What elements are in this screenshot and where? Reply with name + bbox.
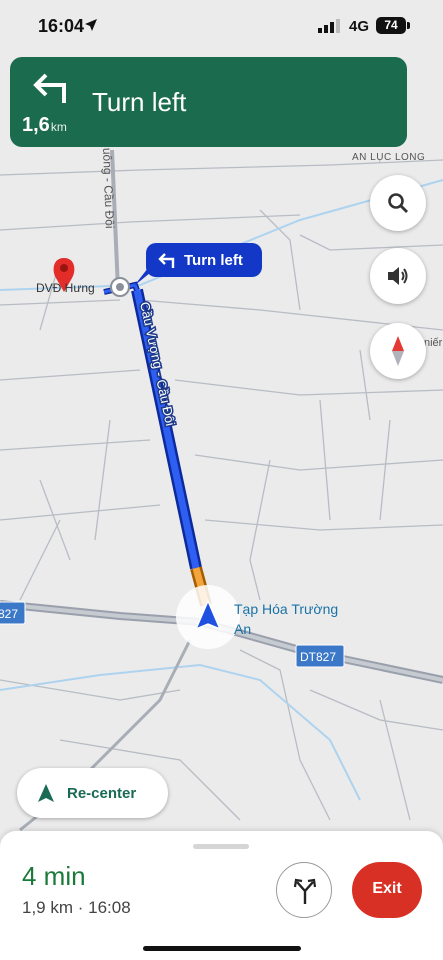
exit-button[interactable]: Exit xyxy=(352,862,422,918)
exit-label: Exit xyxy=(372,880,402,897)
callout-label: Turn left xyxy=(184,252,243,269)
instruction-distance: 1,6km xyxy=(22,114,67,136)
instruction-banner[interactable]: Turn left 1,6km xyxy=(10,57,407,147)
fork-routes-icon xyxy=(293,878,317,904)
volume-icon xyxy=(388,267,408,285)
turn-left-icon xyxy=(33,73,66,103)
eta-time: 4 min xyxy=(22,861,86,891)
network-type: 4G xyxy=(349,18,370,35)
home-indicator[interactable] xyxy=(143,946,301,951)
compass-icon xyxy=(392,336,404,366)
recenter-label: Re-center xyxy=(67,785,137,802)
callout-pointer xyxy=(134,268,156,286)
status-bar: 16:04 4G 74 xyxy=(0,0,443,52)
instruction-title: Turn left xyxy=(92,87,187,117)
battery-level: 74 xyxy=(384,18,398,32)
side-road-label: uông - Cầu Đôi xyxy=(100,148,117,229)
trip-meta: 1,9 km · 16:08 xyxy=(22,898,131,917)
turn-callout: Turn left xyxy=(146,243,262,277)
route-label-827: 827 xyxy=(0,607,18,621)
battery-icon: 74 xyxy=(376,17,406,34)
distance-unit: km xyxy=(50,120,67,134)
shop-label[interactable]: Tạp Hóa Trường xyxy=(234,601,338,617)
sheet-handle[interactable] xyxy=(193,844,249,849)
trip-sheet[interactable]: 4 min 1,9 km · 16:08 Exit xyxy=(0,831,443,960)
current-location-arrow-icon xyxy=(176,585,240,649)
destination-label: DVĐ Hưng xyxy=(36,281,95,295)
status-time: 16:04 xyxy=(38,16,85,36)
compass-button[interactable] xyxy=(370,323,426,379)
navigation-arrow-icon xyxy=(38,784,54,802)
recenter-button[interactable]: Re-center xyxy=(17,768,168,818)
search-icon xyxy=(388,193,408,213)
area-label: AN LỤC LONG xyxy=(352,152,425,163)
shop-label-line2: An xyxy=(234,621,251,637)
sound-button[interactable] xyxy=(370,248,426,304)
edge-label: niếr xyxy=(424,337,443,349)
route-label-dt827: DT827 xyxy=(300,650,336,664)
signal-icon xyxy=(318,19,340,33)
location-arrow-icon xyxy=(85,19,97,31)
alternate-routes-button[interactable] xyxy=(276,862,332,918)
callout-turn-left-icon xyxy=(158,253,175,268)
search-button[interactable] xyxy=(370,175,426,231)
